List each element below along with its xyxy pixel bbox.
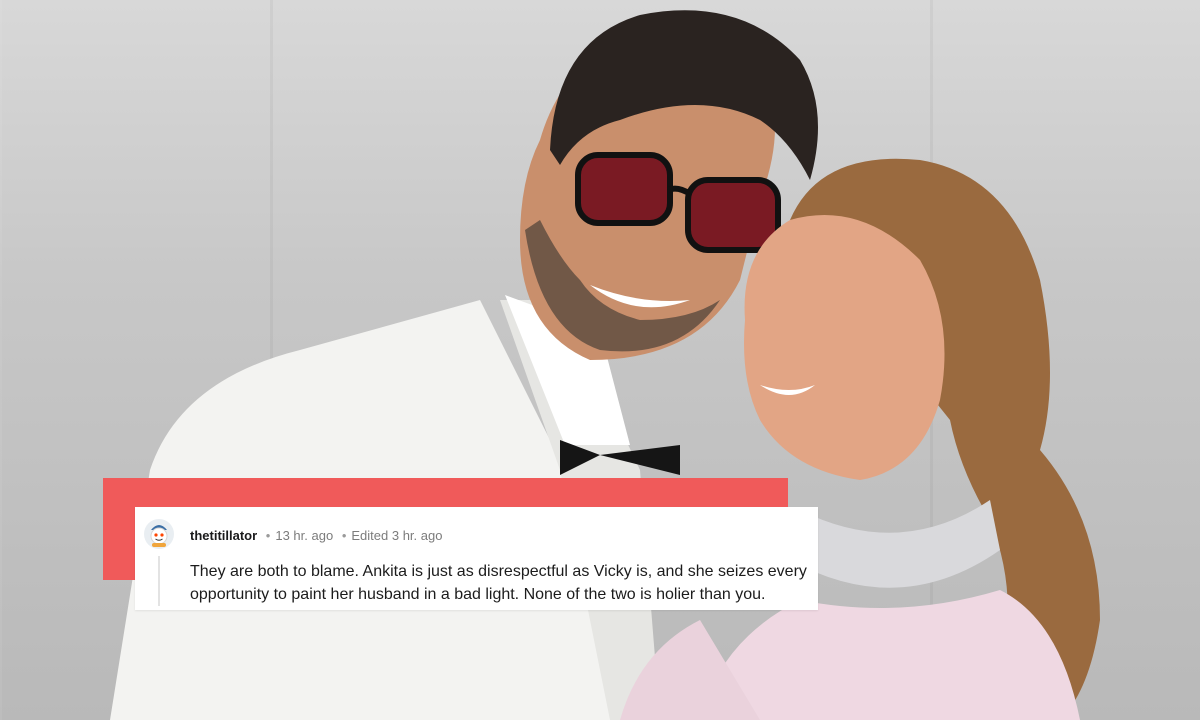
meta-separator: • xyxy=(265,528,271,543)
comment-edited: Edited 3 hr. ago xyxy=(351,528,443,543)
comment-meta: thetitillator • 13 hr. ago • Edited 3 hr. … xyxy=(190,528,442,543)
comment-username[interactable]: thetitillator xyxy=(190,528,257,543)
background-photo xyxy=(0,0,1200,720)
thread-line xyxy=(158,556,160,606)
comment-body: They are both to blame. Ankita is just a… xyxy=(190,563,807,603)
meta-separator: • xyxy=(341,528,347,543)
snoo-avatar-icon[interactable] xyxy=(143,518,175,550)
comment-time: 13 hr. ago xyxy=(275,528,334,543)
couple-illustration xyxy=(110,10,1100,720)
comment-card: thetitillator • 13 hr. ago • Edited 3 hr. … xyxy=(135,507,818,610)
